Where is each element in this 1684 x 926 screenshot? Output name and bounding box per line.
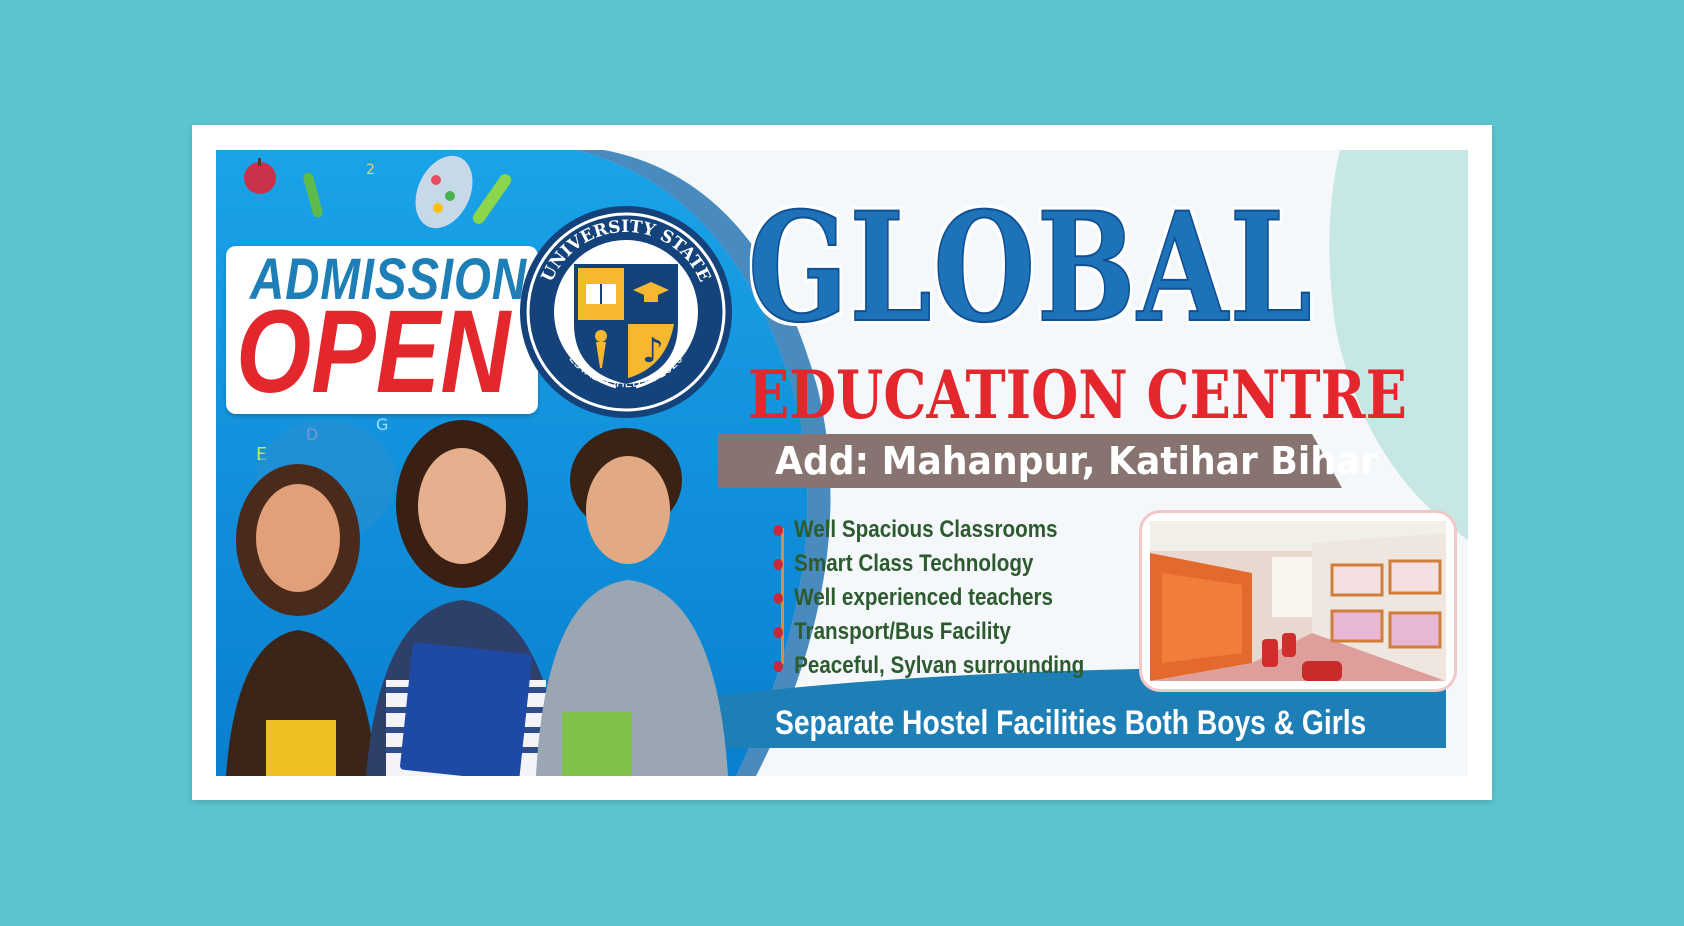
brand-title: GLOBAL xyxy=(747,180,1314,356)
address-line: Add: Mahanpur, Katihar Bihar xyxy=(775,439,1379,483)
svg-text:♪: ♪ xyxy=(642,331,664,371)
music-note-icon: ♪ xyxy=(642,331,664,371)
bullet-icon xyxy=(773,661,783,672)
feature-text: Smart Class Technology xyxy=(794,550,1034,577)
bullet-icon xyxy=(773,525,783,536)
svg-text:2: 2 xyxy=(366,162,375,178)
hostel-tagline: Separate Hostel Facilities Both Boys & G… xyxy=(775,704,1367,742)
feature-item: Well experienced teachers xyxy=(770,584,1084,618)
feature-item: Smart Class Technology xyxy=(770,550,1084,584)
feature-item: Peaceful, Sylvan surrounding xyxy=(770,652,1084,686)
feature-item: Transport/Bus Facility xyxy=(770,618,1084,652)
open-heading: OPEN xyxy=(236,286,511,418)
students-photo xyxy=(226,420,728,776)
bullet-icon xyxy=(773,559,783,570)
bullet-icon xyxy=(773,627,783,638)
book-icon xyxy=(586,284,616,304)
features-list: Well Spacious Classrooms Smart Class Tec… xyxy=(770,516,1135,686)
brand-subtitle: EDUCATION CENTRE xyxy=(748,356,1407,434)
feature-text: Peaceful, Sylvan surrounding xyxy=(794,652,1085,679)
feature-text: Transport/Bus Facility xyxy=(794,618,1011,645)
feature-text: Well experienced teachers xyxy=(794,584,1053,611)
university-seal-logo: UNIVERSITY STATE ESTABLISHED IN 2020 ♪ xyxy=(520,206,732,418)
feature-item: Well Spacious Classrooms xyxy=(770,516,1084,550)
feature-text: Well Spacious Classrooms xyxy=(794,516,1058,543)
bullet-icon xyxy=(773,593,783,604)
hostel-room-photo xyxy=(1142,513,1454,689)
